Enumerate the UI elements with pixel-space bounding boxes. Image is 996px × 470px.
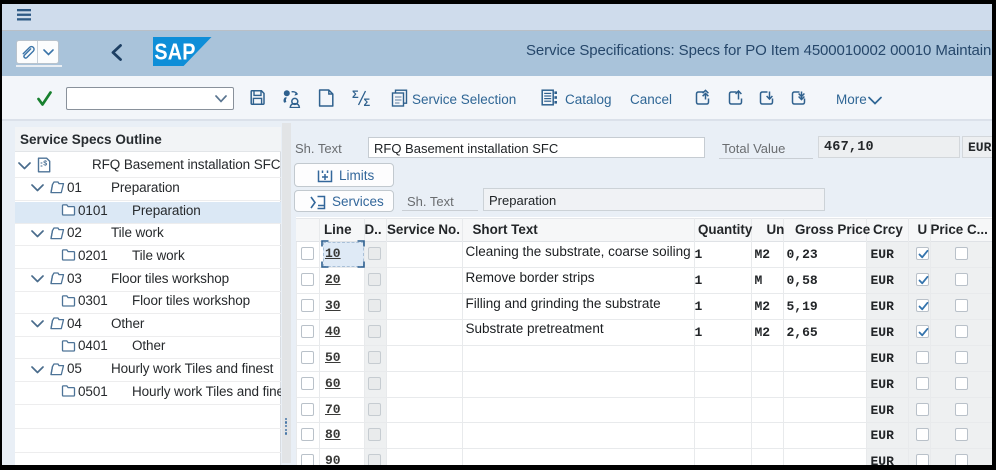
svg-text:Σ: Σ: [364, 97, 371, 107]
svg-text:SAP: SAP: [154, 38, 195, 65]
svg-text:Σ: Σ: [352, 89, 359, 101]
svg-text:$: $: [43, 160, 47, 167]
